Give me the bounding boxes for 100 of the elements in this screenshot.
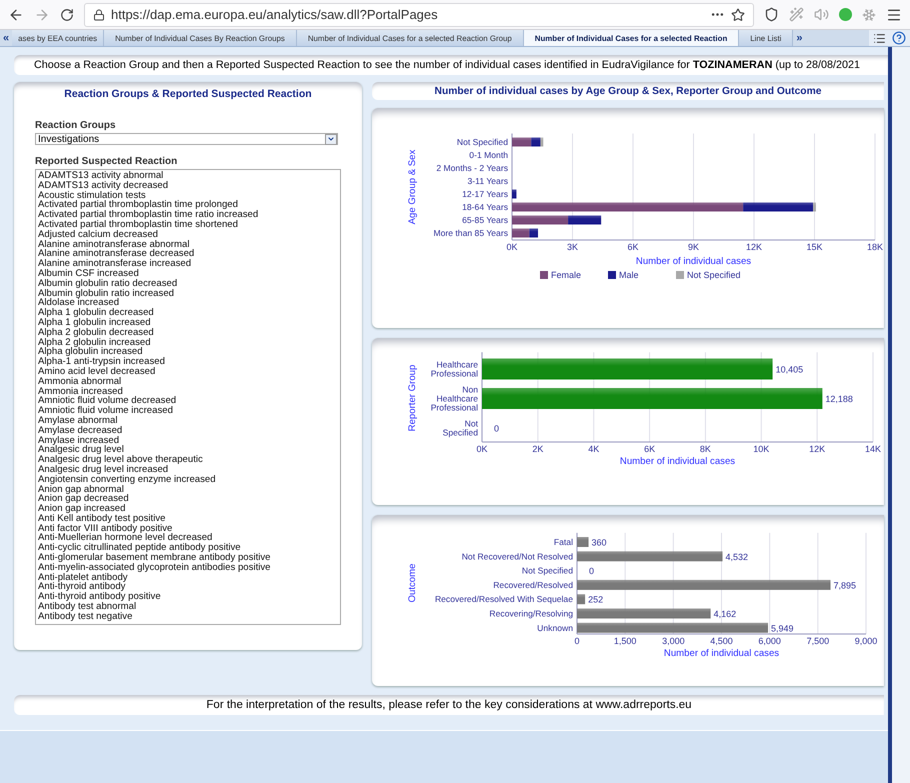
list-item[interactable]: Alpha 2 globulin decreased — [38, 328, 338, 338]
scroll-right-button[interactable]: » — [793, 30, 806, 46]
list-item[interactable]: Antibody test negative — [38, 612, 338, 622]
star-icon[interactable] — [731, 8, 745, 22]
axis-title: Outcome — [407, 564, 418, 602]
list-item[interactable]: Anti-glomerular basement membrane antibody positive — [38, 553, 338, 563]
panel-title: Reaction Groups & Reported Suspected Reaction — [63, 88, 313, 100]
list-item[interactable]: Alpha 1 globulin decreased — [38, 308, 338, 318]
list-item[interactable]: Amniotic fluid volume increased — [38, 406, 338, 416]
axis-tick-label: 8K — [700, 444, 711, 454]
list-item[interactable]: Anti-Muellerian hormone level decreased — [38, 533, 338, 544]
list-item[interactable]: Albumin globulin ratio increased — [38, 288, 338, 298]
list-item[interactable]: Albumin globulin ratio decreased — [38, 278, 338, 289]
list-item[interactable]: Activated partial thromboplastin time shortened — [38, 220, 338, 230]
list-item[interactable]: Alanine aminotransferase decreased — [38, 249, 338, 260]
list-item[interactable]: Amniotic fluid volume decreased — [38, 396, 338, 406]
axis-tick-label: 7,500 — [806, 636, 830, 646]
list-item[interactable]: Anion gap increased — [38, 504, 338, 514]
list-item[interactable]: Aldolase increased — [38, 298, 338, 308]
list-item[interactable]: Anti-thyroid antibody positive — [38, 592, 338, 602]
caret-icon — [325, 134, 337, 144]
list-item[interactable]: Analgesic drug level above therapeutic — [38, 455, 338, 465]
category-label: 12-17 Years — [462, 189, 508, 199]
bar — [512, 190, 516, 198]
reaction-group-select[interactable]: Investigations — [35, 133, 338, 145]
category-label: 2 Months - 2 Years — [436, 163, 508, 173]
list-item[interactable]: Anti factor VIII antibody positive — [38, 524, 338, 534]
list-item[interactable]: Anion gap decreased — [38, 494, 338, 504]
help-icon[interactable] — [892, 31, 906, 45]
category-label: Unknown — [537, 622, 573, 633]
list-item[interactable]: Angiotensin converting enzyme increased — [38, 474, 338, 484]
list-item[interactable]: ADAMTS13 activity abnormal — [38, 171, 338, 181]
address-bar[interactable]: https://dap.ema.europa.eu/analytics/saw.dll?PortalPages — [84, 2, 754, 26]
bar — [577, 537, 589, 547]
list-item[interactable]: Adjusted calcium decreased — [38, 230, 338, 240]
charts-header: Number of individual cases by Age Group & Sex, Reporter Group and Outcome — [372, 82, 884, 100]
list-item[interactable]: Ammonia abnormal — [38, 376, 338, 387]
category-label: More than 85 Years — [433, 228, 508, 238]
category-label: Recovered/Resolved With Sequelae — [434, 594, 573, 604]
list-item[interactable]: Activated partial thromboplastin time prolonged — [38, 200, 338, 210]
list-item[interactable]: Anti-thyroid antibody — [38, 582, 338, 592]
list-item[interactable]: Amino acid level decreased — [38, 366, 338, 377]
axis-tick-label: 12K — [746, 242, 762, 252]
category-label: Not Recovered/Not Resolved — [462, 551, 573, 562]
list-item[interactable]: Alpha 1 globulin increased — [38, 318, 338, 328]
category-label: Recovered/Resolved — [493, 580, 573, 590]
axis-tick-label: 15K — [806, 242, 822, 252]
list-item[interactable]: Antibody test abnormal — [38, 602, 338, 612]
footer-note: For the interpretation of the results, please refer to the key considerations at www.adrreports.eu — [14, 695, 884, 715]
back-icon[interactable] — [8, 6, 24, 22]
list-item[interactable]: Alanine aminotransferase abnormal — [38, 240, 338, 250]
category-label: Recovering/Resolving — [489, 608, 573, 618]
list-item[interactable]: Alanine aminotransferase increased — [38, 259, 338, 269]
axis-tick-label: 12K — [809, 444, 826, 454]
category-label: Non Healthcare Professional — [430, 384, 478, 412]
list-item[interactable]: Anti-cyclic citrullinated peptide antibody positive — [38, 543, 338, 554]
list-item[interactable]: Activated partial thromboplastin time ratio increased — [38, 210, 338, 220]
category-label: 65-85 Years — [462, 215, 508, 225]
axis-title: Age Group & Sex — [407, 150, 418, 224]
data-label: 10,405 — [776, 364, 804, 374]
list-item[interactable]: Anti Kell antibody test positive — [38, 514, 338, 524]
category-label: Not Specified — [522, 566, 573, 576]
scroll-left-button[interactable]: « — [0, 30, 12, 46]
list-item[interactable]: Anion gap abnormal — [38, 484, 338, 494]
list-item[interactable]: Alpha-1 anti-trypsin increased — [38, 357, 338, 367]
list-item[interactable]: Acoustic stimulation tests — [38, 190, 338, 200]
lock-icon — [93, 8, 105, 20]
axis-tick-label: 4K — [588, 444, 600, 454]
list-item[interactable]: Alpha globulin increased — [38, 347, 338, 358]
list-item[interactable]: Albumin CSF increased — [38, 268, 338, 279]
legend-label: Female — [551, 270, 582, 280]
data-label: 0 — [494, 424, 500, 434]
list-item[interactable]: Amylase decreased — [38, 426, 338, 436]
list-item[interactable]: Amylase increased — [38, 436, 338, 446]
menu-icon[interactable] — [886, 6, 902, 22]
bar — [577, 594, 586, 604]
data-label: 5,949 — [771, 623, 794, 634]
axis-tick-label: 6K — [644, 444, 656, 454]
list-item[interactable]: Alpha 2 globulin increased — [38, 338, 338, 348]
axis-title: Number of individual cases — [620, 456, 736, 467]
data-label: 4,162 — [714, 609, 736, 619]
shield-icon[interactable] — [764, 7, 779, 22]
axis-tick-label: 0 — [574, 636, 580, 646]
axis-tick-label: 4,500 — [710, 636, 733, 646]
list-item[interactable]: Analgesic drug level — [38, 445, 338, 456]
list-item[interactable]: Analgesic drug level increased — [38, 464, 338, 475]
axis-title: Number of individual cases — [664, 648, 780, 659]
data-label: 12,188 — [825, 394, 853, 404]
list-item[interactable]: Anti-platelet antibody — [38, 572, 338, 582]
data-label: 360 — [592, 538, 607, 548]
axis-tick-label: 2K — [532, 444, 544, 454]
reload-icon[interactable] — [60, 8, 74, 22]
list-item[interactable]: Amylase abnormal — [38, 416, 338, 426]
axis-tick-label: 1,500 — [614, 636, 636, 646]
data-label: 7,895 — [834, 580, 856, 590]
list-icon[interactable] — [873, 32, 886, 44]
list-item[interactable]: Ammonia increased — [38, 386, 338, 396]
list-item[interactable]: Anti-myelin-associated glycoprotein antibodies positive — [38, 562, 338, 573]
list-item[interactable]: ADAMTS13 activity decreased — [38, 180, 338, 191]
axis-tick-label: 6K — [628, 242, 638, 252]
